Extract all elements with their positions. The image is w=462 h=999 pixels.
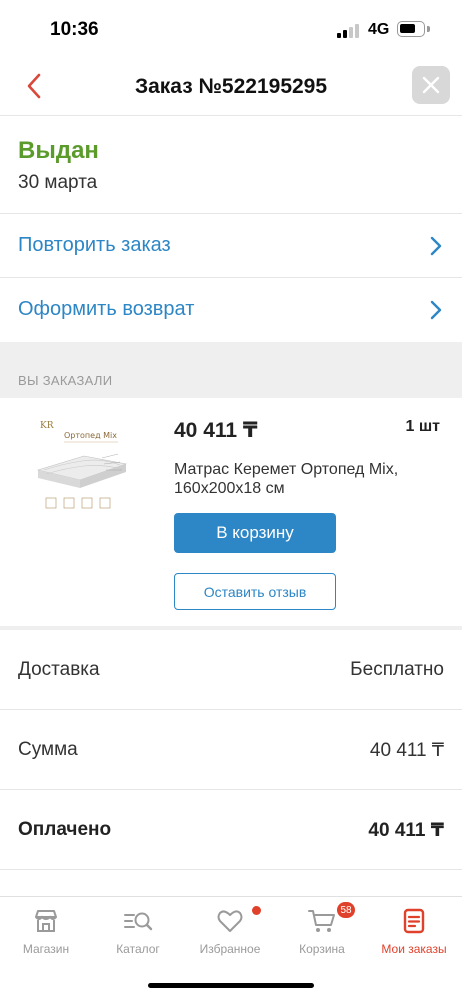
- ordered-section-header: ВЫ ЗАКАЗАЛИ: [0, 342, 462, 398]
- shop-icon: [35, 910, 57, 932]
- home-indicator: [148, 983, 314, 988]
- repeat-order-row[interactable]: Повторить заказ: [0, 214, 462, 278]
- product-image[interactable]: KR Ортопед Mix: [32, 414, 140, 522]
- product-price: 40 411 ₸: [174, 419, 258, 442]
- divider: [0, 869, 462, 870]
- ordered-section-label: ВЫ ЗАКАЗАЛИ: [18, 373, 113, 388]
- paid-value: 40 411 ₸: [368, 820, 444, 841]
- product-name[interactable]: Матрас Керемет Ортопед Mix, 160x200x18 с…: [174, 460, 414, 498]
- chevron-right-icon: [430, 300, 442, 320]
- delivery-label: Доставка: [18, 659, 100, 680]
- delivery-value: Бесплатно: [350, 659, 444, 680]
- delivery-row: Доставка Бесплатно: [0, 630, 462, 710]
- return-order-row[interactable]: Оформить возврат: [0, 278, 462, 342]
- repeat-order-label: Повторить заказ: [18, 234, 171, 256]
- sum-label: Сумма: [18, 739, 78, 760]
- signal-icon: [337, 22, 361, 38]
- status-bar: 10:36 4G: [0, 0, 462, 58]
- catalog-search-icon: [124, 912, 153, 931]
- battery-icon: [397, 21, 425, 37]
- heart-icon: [217, 910, 243, 932]
- order-date: 30 марта: [18, 172, 98, 193]
- sum-row: Сумма 40 411 ₸: [0, 710, 462, 790]
- network-label: 4G: [368, 21, 390, 38]
- tab-cart-label: Корзина: [299, 942, 345, 956]
- close-button[interactable]: [412, 66, 450, 104]
- tab-shop[interactable]: Магазин: [0, 897, 92, 967]
- paid-label: Оплачено: [18, 819, 112, 840]
- product-image-caption: Ортопед Mix: [64, 431, 117, 440]
- tab-catalog-label: Каталог: [116, 942, 160, 956]
- header: Заказ №522195295: [0, 58, 462, 116]
- cart-icon: [308, 910, 335, 932]
- status-time: 10:36: [50, 19, 99, 40]
- svg-text:KR: KR: [40, 421, 54, 431]
- tab-favorites[interactable]: Избранное: [184, 897, 276, 967]
- tab-favorites-label: Избранное: [199, 942, 261, 956]
- tab-my-orders-label: Мои заказы: [381, 942, 447, 956]
- cart-count-badge: 58: [337, 902, 355, 918]
- paid-row: Оплачено 40 411 ₸: [0, 790, 462, 870]
- favorites-notification-dot: [252, 906, 261, 915]
- chevron-right-icon: [430, 236, 442, 256]
- close-icon: [422, 76, 440, 94]
- add-to-cart-button[interactable]: В корзину: [174, 513, 336, 553]
- order-status: Выдан: [18, 137, 99, 164]
- orders-document-icon: [403, 908, 425, 934]
- battery-tip: [427, 26, 430, 32]
- sum-value: 40 411 ₸: [369, 740, 444, 761]
- page-title: Заказ №522195295: [134, 75, 328, 98]
- leave-review-button[interactable]: Оставить отзыв: [174, 573, 336, 610]
- tab-shop-label: Магазин: [22, 942, 70, 956]
- tab-catalog[interactable]: Каталог: [92, 897, 184, 967]
- product-quantity: 1 шт: [405, 418, 440, 435]
- tab-my-orders[interactable]: Мои заказы: [368, 897, 460, 967]
- return-order-label: Оформить возврат: [18, 298, 195, 320]
